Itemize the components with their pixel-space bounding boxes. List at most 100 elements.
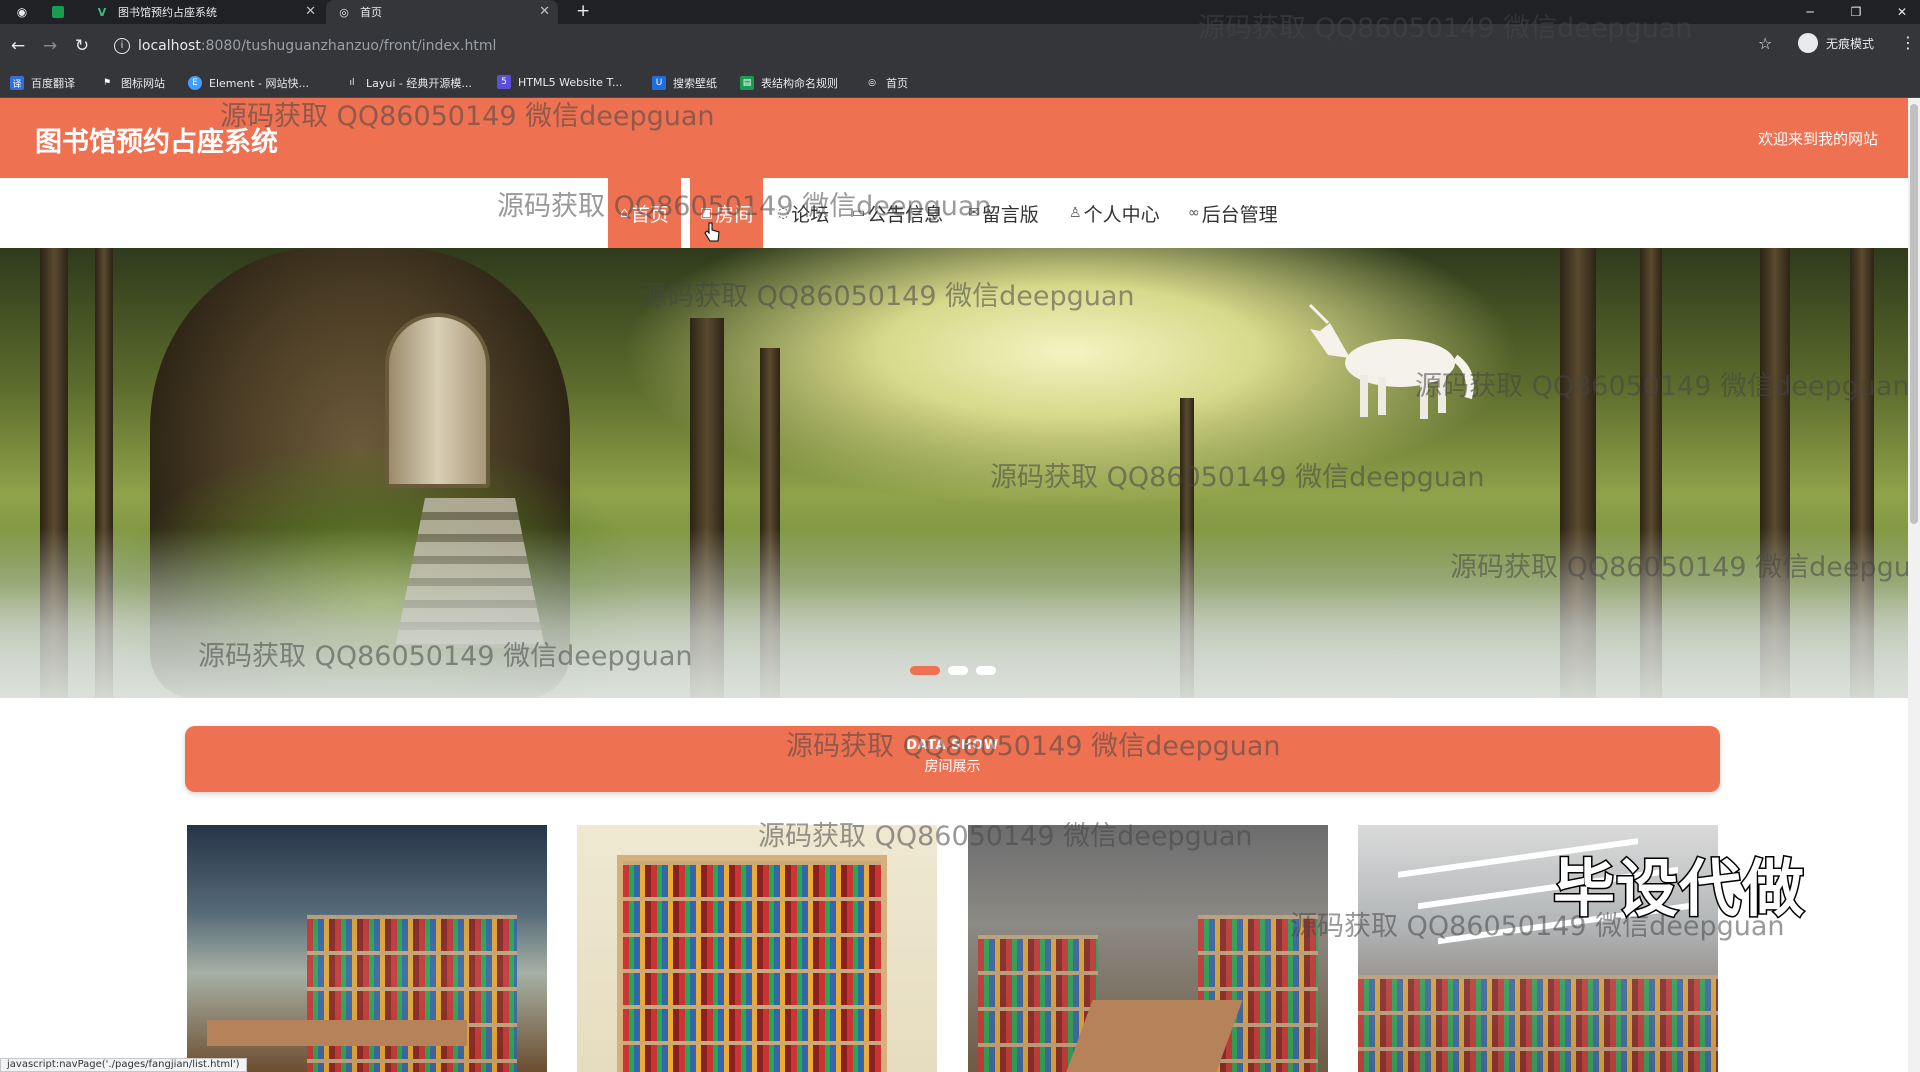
welcome-text: 欢迎来到我的网站 [1757, 130, 1878, 148]
nav-notices[interactable]: ▭ 公告信息 [852, 178, 943, 248]
nav-messages[interactable]: ✉ 留言版 [968, 178, 1039, 248]
room-card-2[interactable] [577, 825, 937, 1072]
nav-label: 房间 [715, 203, 754, 226]
nav-rooms[interactable]: ▣ 房间 [688, 178, 764, 248]
carousel-dot-2[interactable] [948, 666, 968, 675]
nav-label: 论坛 [791, 203, 830, 226]
user-icon: ♙ [1069, 205, 1082, 221]
tab-title: 图书馆预约占座系统 [118, 6, 217, 19]
section-title-cn: 房间展示 [924, 759, 981, 775]
nav-home[interactable]: ⌂ 首页 [608, 178, 681, 248]
bookshelf [1358, 975, 1718, 1072]
tab-system[interactable]: V 图书馆预约占座系统 ✕ [84, 0, 324, 24]
carousel-banner[interactable] [0, 248, 1908, 698]
bookmark-label: HTML5 Website T... [518, 75, 623, 89]
nav-forum[interactable]: ◌ 论坛 [777, 178, 829, 248]
fairy-door [385, 313, 490, 488]
bookmark-label: 搜索壁纸 [673, 77, 717, 90]
translate-icon: 译 [10, 76, 24, 90]
nav-label: 个人中心 [1083, 203, 1160, 226]
bookshelf [307, 915, 517, 1072]
reading-table [1063, 1000, 1243, 1072]
bookmark-wallpaper[interactable]: U 搜索壁纸 [652, 75, 717, 91]
room-card-3[interactable] [968, 825, 1328, 1072]
close-icon[interactable]: ✕ [305, 4, 316, 19]
sheet-icon: ▤ [740, 76, 754, 90]
bookmark-table-naming[interactable]: ▤ 表结构命名规则 [740, 75, 838, 91]
sheet-app-icon[interactable] [52, 6, 64, 18]
url-path: :8080/tushuguanzhanzuo/front/index.html [200, 38, 497, 54]
section-title-en: DATA SHOW [906, 738, 999, 753]
scroll-thumb[interactable] [1910, 104, 1918, 524]
tab-home[interactable]: ◎ 首页 ✕ [326, 0, 558, 24]
back-icon[interactable]: ← [8, 36, 28, 56]
html5-icon: 5 [497, 75, 511, 89]
link-icon: ∞ [1188, 205, 1200, 221]
carousel-dot-1[interactable] [910, 666, 940, 675]
carousel-indicators [910, 666, 996, 675]
nav-user-center[interactable]: ♙ 个人中心 [1069, 178, 1160, 248]
bookmark-layui[interactable]: ıl Layui - 经典开源模... [345, 75, 472, 91]
nav-label: 首页 [630, 203, 669, 226]
nav-admin[interactable]: ∞ 后台管理 [1188, 178, 1278, 248]
bookmark-label: 首页 [886, 77, 908, 90]
room-card-1[interactable] [187, 825, 547, 1072]
site-title: 图书馆预约占座系统 [35, 127, 278, 158]
forward-icon[interactable]: → [40, 36, 60, 56]
browser-menu-icon[interactable]: ⋮ [1900, 33, 1916, 52]
bookmark-label: Layui - 经典开源模... [366, 77, 472, 90]
window-close-icon[interactable]: ✕ [1880, 0, 1920, 24]
bookmark-label: 图标网站 [121, 77, 165, 90]
element-icon: E [188, 76, 202, 90]
incognito-label: 无痕模式 [1826, 36, 1875, 51]
new-tab-button[interactable]: + [576, 1, 590, 21]
flag-icon: ⚑ [102, 78, 112, 88]
bookmark-star-icon[interactable]: ☆ [1758, 34, 1772, 53]
bookshelf [617, 855, 887, 1072]
restore-icon[interactable]: ❐ [1834, 0, 1878, 24]
message-icon: ✉ [968, 205, 980, 221]
carousel-dot-3[interactable] [976, 666, 996, 675]
page-scrollbar[interactable] [1908, 98, 1920, 1072]
bookmark-html5[interactable]: 5 HTML5 Website T... [497, 75, 622, 89]
address-bar[interactable]: i localhost:8080/tushuguanzhanzuo/front/… [104, 33, 1786, 61]
incognito-icon [1798, 33, 1818, 53]
globe-icon: ◎ [339, 5, 349, 19]
layui-icon: ıl [349, 78, 355, 88]
close-icon[interactable]: ✕ [539, 4, 550, 19]
browser-toolbar: ← → ↻ i localhost:8080/tushuguanzhanzuo/… [0, 24, 1920, 68]
hand-cursor-icon [704, 222, 720, 242]
bookmark-label: Element - 网站快... [209, 77, 309, 90]
unicorn-figure [1308, 303, 1474, 419]
section-title-bar: DATA SHOW 房间展示 [185, 726, 1720, 792]
status-bar-link: javascript:navPage('./pages/fangjian/lis… [0, 1058, 247, 1072]
bookmark-element[interactable]: E Element - 网站快... [188, 75, 309, 91]
reading-table [207, 1020, 467, 1046]
nav-label: 留言版 [981, 203, 1039, 226]
bookmark-icon-site[interactable]: ⚑ 图标网站 [100, 75, 165, 91]
vue-icon: V [97, 5, 107, 19]
url-host: localhost [138, 38, 201, 54]
nav-label: 公告信息 [867, 203, 944, 226]
main-nav: ⌂ 首页 ▣ 房间 ◌ 论坛 ▭ 公告信息 ✉ 留言版 ♙ 个人中心 ∞ 后台管… [0, 178, 1908, 248]
chrome-icon[interactable]: ◉ [14, 4, 30, 20]
incognito-indicator[interactable]: 无痕模式 [1798, 33, 1874, 53]
url-text[interactable]: localhost:8080/tushuguanzhanzuo/front/in… [138, 38, 496, 54]
notice-icon: ▭ [852, 205, 866, 221]
home-icon: ⌂ [620, 205, 629, 221]
globe-icon: ◎ [868, 78, 876, 88]
room-icon: ▣ [700, 205, 714, 221]
bookmarks-bar: 译百度翻译 ⚑ 图标网站 E Element - 网站快... ıl Layui - … [0, 68, 1920, 98]
bookmark-label: 表结构命名规则 [761, 77, 838, 90]
bookmark-label: 百度翻译 [31, 77, 75, 90]
bookmark-baidu-translate[interactable]: 译百度翻译 [10, 75, 75, 91]
overlay-ad-text: 毕设代做 [1551, 851, 1806, 927]
site-header: 图书馆预约占座系统 欢迎来到我的网站 [0, 98, 1908, 178]
browser-tabstrip: ◉ V 图书馆预约占座系统 ✕ ◎ 首页 ✕ + ─ ❐ ✕ [0, 0, 1920, 24]
reload-icon[interactable]: ↻ [72, 36, 92, 56]
minimize-icon[interactable]: ─ [1788, 0, 1832, 24]
bookmark-home[interactable]: ◎ 首页 [865, 75, 908, 91]
tab-title: 首页 [360, 6, 382, 19]
wallpaper-icon: U [652, 76, 666, 90]
site-info-icon[interactable]: i [114, 38, 130, 54]
